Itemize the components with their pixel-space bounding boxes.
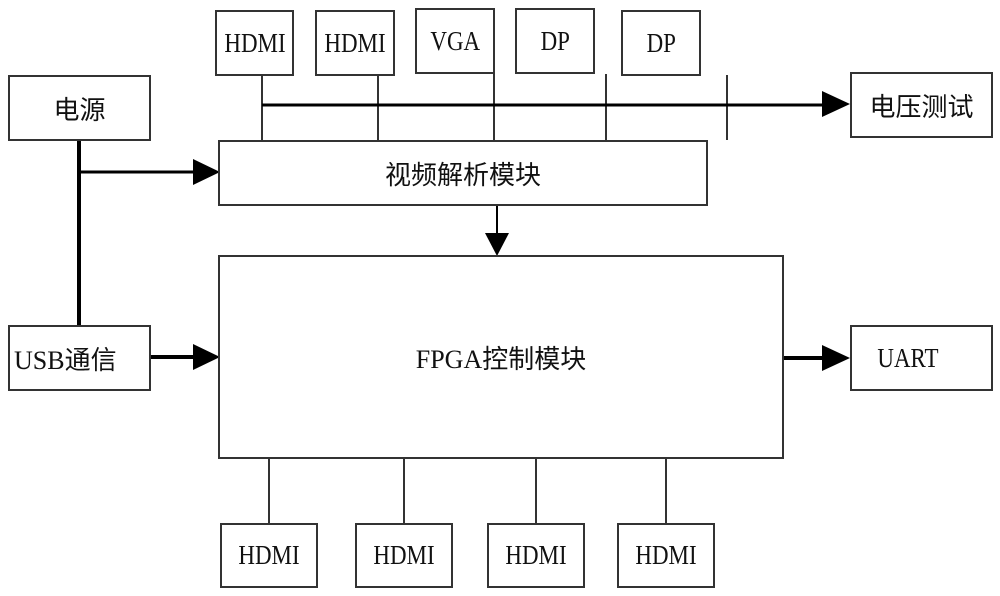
input-dp-2-box: DP <box>621 10 701 76</box>
input-vga-label: VGA <box>430 25 480 56</box>
output-hdmi-4-box: HDMI <box>617 523 715 588</box>
input-dp-2-label: DP <box>646 27 676 58</box>
uart-box: UART <box>850 325 993 391</box>
voltage-test-box: 电压测试 <box>850 72 993 138</box>
arrowhead-fpga-top <box>485 233 509 256</box>
input-hdmi-2-box: HDMI <box>315 10 395 76</box>
output-hdmi-1-box: HDMI <box>220 523 318 588</box>
usb-comm-box: USB通信 <box>8 325 151 391</box>
fpga-control-module-label: FPGA控制模块 <box>415 345 587 374</box>
arrowhead-uart <box>822 345 850 371</box>
power-box: 电源 <box>8 75 151 141</box>
input-hdmi-1-label: HDMI <box>223 27 286 58</box>
power-label: 电源 <box>53 95 106 126</box>
fpga-control-module-box: FPGA控制模块 <box>218 255 784 459</box>
arrowhead-voltage-test <box>822 91 850 117</box>
output-hdmi-3-box: HDMI <box>487 523 585 588</box>
output-hdmi-3-label: HDMI <box>505 540 567 570</box>
output-hdmi-2-box: HDMI <box>355 523 453 588</box>
output-hdmi-1-label: HDMI <box>238 540 300 570</box>
input-dp-1-label: DP <box>540 25 570 56</box>
input-vga-box: VGA <box>415 8 495 74</box>
video-parse-module-label: 视频解析模块 <box>384 160 541 191</box>
output-hdmi-4-label: HDMI <box>635 540 697 570</box>
arrowhead-video-module <box>193 159 220 185</box>
uart-label: UART <box>877 342 939 373</box>
input-hdmi-2-label: HDMI <box>324 27 386 58</box>
usb-comm-label: USB通信 <box>14 345 117 375</box>
arrowhead-fpga-left <box>193 344 220 370</box>
voltage-test-label: 电压测试 <box>869 92 974 123</box>
input-dp-1-box: DP <box>515 8 595 74</box>
input-hdmi-1-box: HDMI <box>215 10 294 76</box>
output-hdmi-2-label: HDMI <box>373 540 435 570</box>
video-parse-module-box: 视频解析模块 <box>218 140 708 206</box>
